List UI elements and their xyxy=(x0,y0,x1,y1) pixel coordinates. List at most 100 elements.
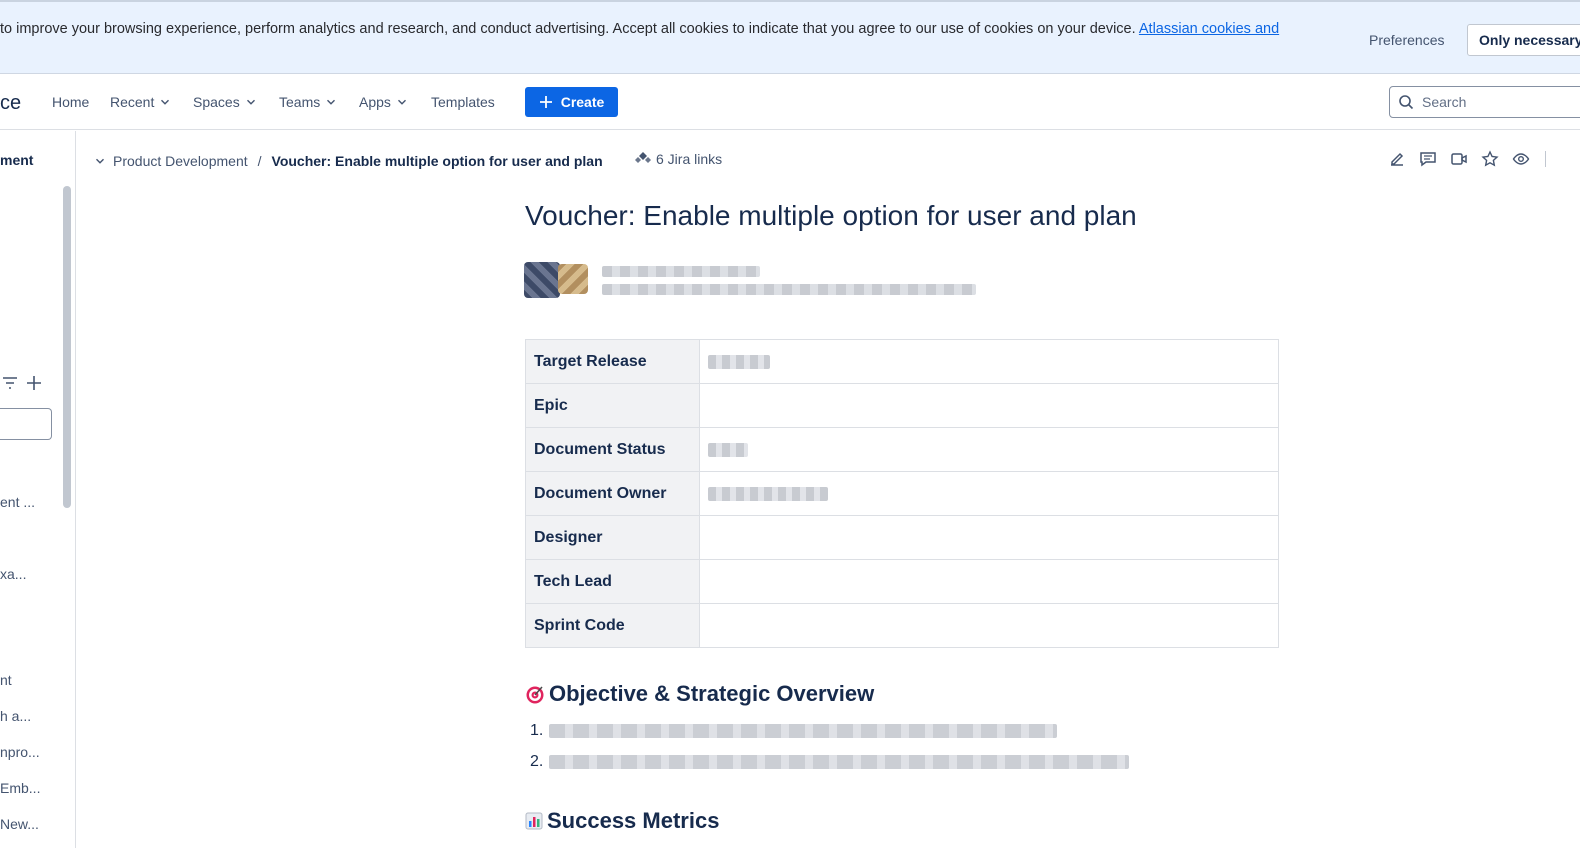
nav-apps-label: Apps xyxy=(359,94,391,110)
sidebar-tools xyxy=(2,375,42,391)
property-key: Designer xyxy=(525,515,700,560)
list-item: 2. xyxy=(530,753,1130,771)
property-value[interactable] xyxy=(699,515,1279,560)
page-title: Voucher: Enable multiple option for user… xyxy=(525,200,1137,231)
eye-icon[interactable] xyxy=(1512,150,1530,168)
redacted-list-text xyxy=(549,724,1058,738)
table-row: Designer xyxy=(525,515,1279,560)
target-emoji-icon xyxy=(526,686,544,704)
property-key: Sprint Code xyxy=(525,603,700,648)
search-placeholder: Search xyxy=(1422,94,1467,110)
section-heading-objective: Objective & Strategic Overview xyxy=(525,681,874,707)
table-row: Sprint Code xyxy=(525,603,1279,648)
page-properties-table: Target Release Epic Document Status Docu… xyxy=(525,339,1279,648)
property-value[interactable] xyxy=(699,471,1279,516)
nav-recent-label: Recent xyxy=(110,94,155,110)
chevron-down-icon xyxy=(397,99,406,105)
search-input[interactable]: Search xyxy=(1389,86,1580,118)
nav-recent[interactable]: Recent xyxy=(110,92,172,112)
video-icon[interactable] xyxy=(1450,150,1468,168)
redacted-metadata xyxy=(602,283,976,295)
list-item-number: 1. xyxy=(530,722,544,739)
edit-icon[interactable] xyxy=(1388,150,1406,168)
avatar xyxy=(558,264,588,294)
section-heading-metrics: Success Metrics xyxy=(525,808,719,834)
redacted-value xyxy=(708,354,770,369)
top-navigation: ce Home Recent Spaces Teams Apps Templat… xyxy=(0,74,1580,130)
cookie-banner-text: to improve your browsing experience, per… xyxy=(0,21,1279,37)
filter-icon[interactable] xyxy=(2,376,18,390)
sidebar-scrollbar[interactable] xyxy=(63,186,71,508)
list-item-number: 2. xyxy=(530,753,544,770)
sidebar-item[interactable]: npro... xyxy=(0,744,40,760)
chevron-down-icon xyxy=(246,99,255,105)
property-value[interactable] xyxy=(699,603,1279,648)
redacted-value xyxy=(708,486,828,501)
breadcrumb-current[interactable]: Voucher: Enable multiple option for user… xyxy=(272,153,603,169)
cookie-preferences-button[interactable]: Preferences xyxy=(1357,24,1456,56)
search-icon xyxy=(1399,95,1414,110)
breadcrumb-separator: / xyxy=(257,153,262,169)
table-row: Tech Lead xyxy=(525,559,1279,604)
sidebar-space-title[interactable]: ment xyxy=(0,152,33,168)
sidebar-item[interactable]: nt xyxy=(0,672,12,688)
jira-icon xyxy=(635,152,651,163)
section-heading-objective-text: Objective & Strategic Overview xyxy=(549,681,875,706)
redacted-author xyxy=(602,265,760,277)
table-row: Target Release xyxy=(525,339,1279,384)
contributor-avatars[interactable] xyxy=(524,262,590,298)
cookie-only-necessary-button[interactable]: Only necessary xyxy=(1467,24,1580,56)
byline-text-redacted xyxy=(602,265,976,295)
section-heading-metrics-text: Success Metrics xyxy=(547,808,720,833)
nav-apps[interactable]: Apps xyxy=(359,92,409,112)
cookie-banner-message: to improve your browsing experience, per… xyxy=(0,21,1139,37)
table-row: Epic xyxy=(525,383,1279,428)
create-button[interactable]: Create xyxy=(525,87,618,117)
nav-home[interactable]: Home xyxy=(52,92,89,112)
sidebar: ment ent ... xa... nt h a... npro... Emb… xyxy=(0,131,76,848)
nav-home-label: Home xyxy=(52,94,90,110)
nav-teams[interactable]: Teams xyxy=(279,92,338,112)
nav-teams-label: Teams xyxy=(279,94,321,110)
table-row: Document Status xyxy=(525,427,1279,472)
property-value[interactable] xyxy=(699,339,1279,384)
property-key: Tech Lead xyxy=(525,559,700,604)
comment-icon[interactable] xyxy=(1419,150,1437,168)
sidebar-item[interactable]: ent ... xyxy=(0,494,35,510)
property-value[interactable] xyxy=(699,559,1279,604)
nav-templates[interactable]: Templates xyxy=(431,92,495,112)
sidebar-item[interactable]: xa... xyxy=(0,566,26,582)
plus-icon[interactable] xyxy=(26,375,42,391)
chevron-down-icon xyxy=(161,99,170,105)
chevron-down-icon[interactable] xyxy=(93,154,107,168)
page-actions xyxy=(1388,150,1546,168)
cookie-policy-link[interactable]: Atlassian cookies and xyxy=(1139,21,1279,37)
cookie-banner: to improve your browsing experience, per… xyxy=(0,0,1580,74)
property-key: Document Owner xyxy=(525,471,700,516)
sidebar-item[interactable]: New... xyxy=(0,816,39,832)
nav-spaces[interactable]: Spaces xyxy=(193,92,258,112)
jira-links-button[interactable]: 6 Jira links xyxy=(634,150,722,168)
avatar xyxy=(524,262,560,298)
redacted-list-text xyxy=(549,755,1130,769)
create-button-label: Create xyxy=(560,94,605,110)
jira-links-label: 6 Jira links xyxy=(656,151,723,167)
breadcrumb: Product Development / Voucher: Enable mu… xyxy=(93,152,603,170)
breadcrumb-parent-link[interactable]: Product Development xyxy=(113,153,248,169)
list-item: 1. xyxy=(530,722,1058,740)
sidebar-item[interactable]: Emb... xyxy=(0,780,40,796)
sidebar-item[interactable]: h a... xyxy=(0,708,31,724)
product-logo-text[interactable]: ce xyxy=(0,92,21,115)
nav-spaces-label: Spaces xyxy=(193,94,240,110)
nav-templates-label: Templates xyxy=(431,94,495,110)
property-key: Target Release xyxy=(525,339,700,384)
sidebar-filter-input[interactable] xyxy=(0,408,52,440)
page-byline xyxy=(524,262,976,298)
toolbar-divider xyxy=(1545,151,1546,167)
table-row: Document Owner xyxy=(525,471,1279,516)
star-icon[interactable] xyxy=(1481,150,1499,168)
property-key: Document Status xyxy=(525,427,700,472)
property-value[interactable] xyxy=(699,427,1279,472)
chevron-down-icon xyxy=(327,99,336,105)
property-value[interactable] xyxy=(699,383,1279,428)
